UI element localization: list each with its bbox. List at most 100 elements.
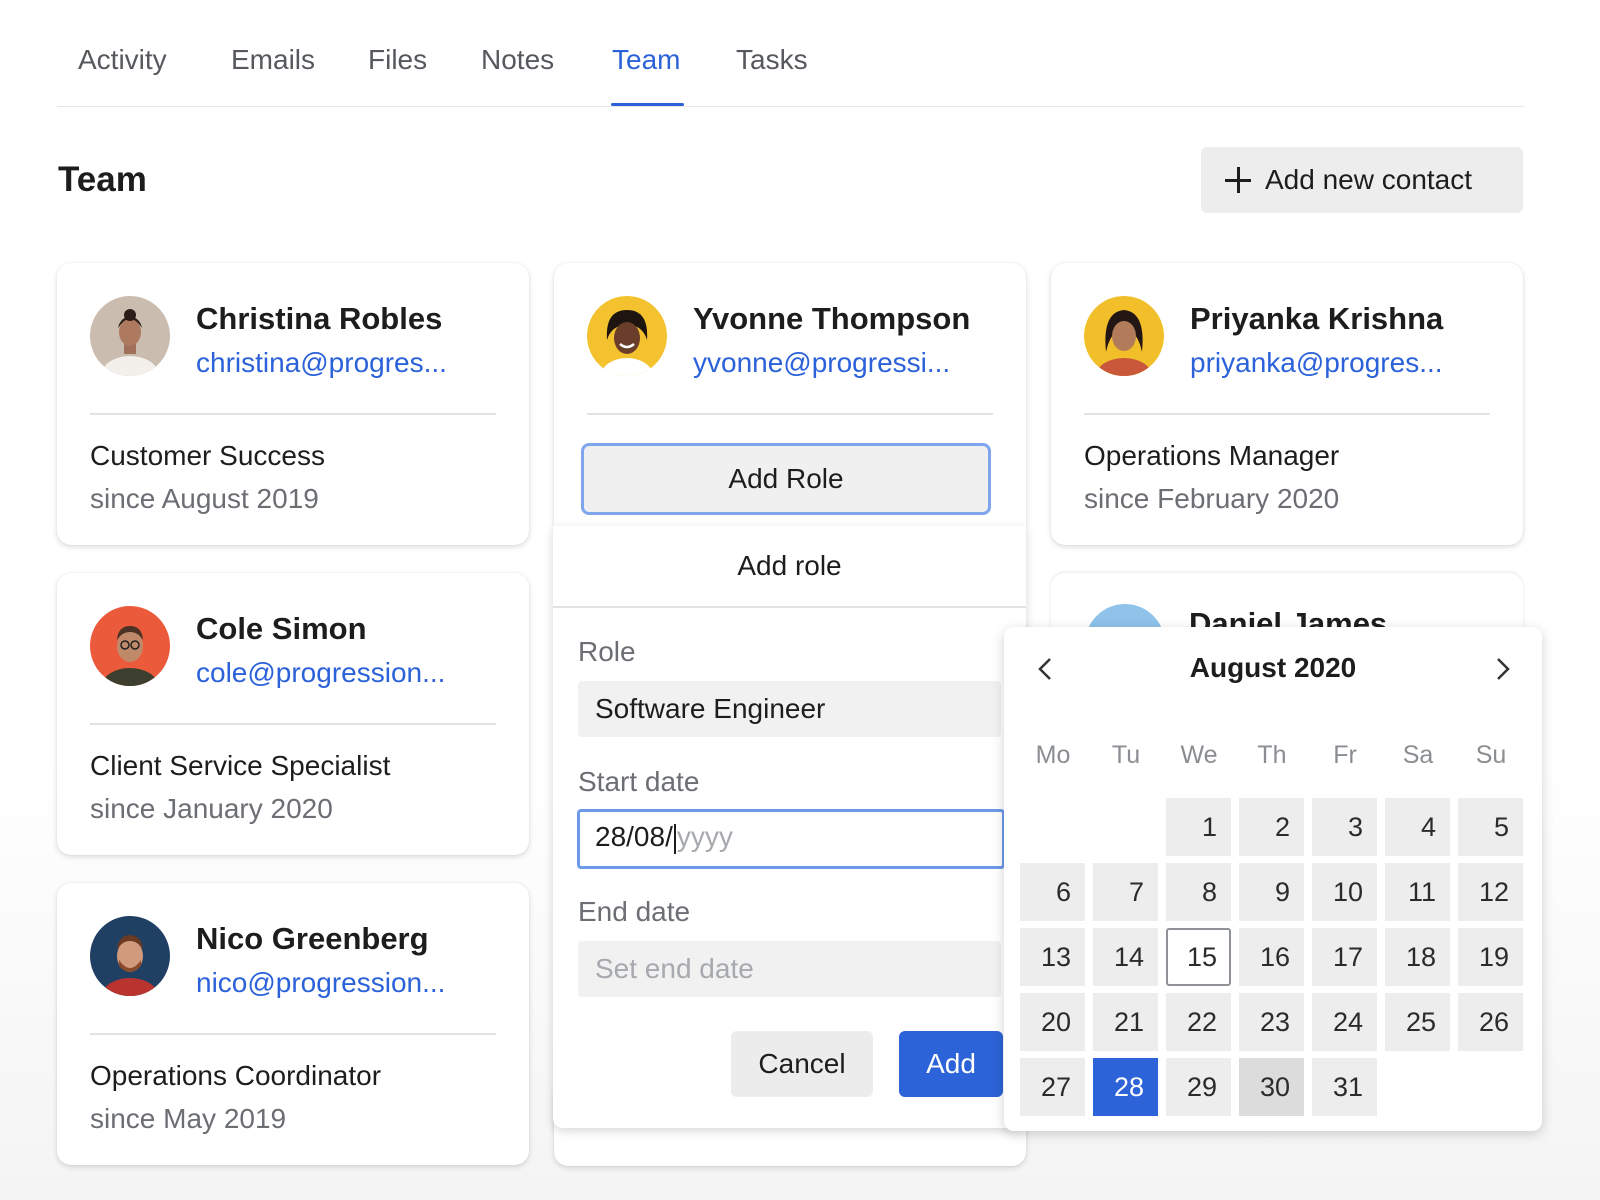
add-role-button[interactable]: Add Role <box>581 443 991 515</box>
page-title: Team <box>58 160 147 199</box>
avatar <box>1084 296 1164 376</box>
calendar-day-15[interactable]: 15 <box>1166 928 1231 986</box>
calendar-day-5[interactable]: 5 <box>1458 798 1523 856</box>
contact-name: Nico Greenberg <box>196 921 429 956</box>
weekday-header: Fr <box>1333 741 1357 769</box>
avatar <box>587 296 667 376</box>
avatar <box>90 606 170 686</box>
contact-since: since February 2020 <box>1084 483 1340 514</box>
tab-team[interactable]: Team <box>610 44 685 106</box>
end-date-input[interactable]: Set end date <box>578 941 1001 997</box>
avatar <box>1085 604 1165 627</box>
divider <box>1084 413 1490 415</box>
text-caret <box>673 823 676 854</box>
start-date-input[interactable]: 28/08/yyyy <box>577 809 1005 869</box>
calendar-day-6[interactable]: 6 <box>1020 863 1085 921</box>
weekday-header: Th <box>1257 741 1287 769</box>
contact-email-link[interactable]: cole@progression... <box>196 657 445 689</box>
contact-name: Yvonne Thompson <box>693 301 971 336</box>
contact-name: Priyanka Krishna <box>1190 301 1444 336</box>
tab-notes[interactable]: Notes <box>481 44 554 104</box>
weekday-header: Sa <box>1402 741 1434 769</box>
weekday-header: We <box>1180 741 1218 769</box>
calendar-day-17[interactable]: 17 <box>1312 928 1377 986</box>
role-field-label: Role <box>578 636 636 667</box>
calendar-day-30[interactable]: 30 <box>1239 1058 1304 1116</box>
start-date-value: 28/08/ <box>595 821 673 852</box>
contact-since: since May 2019 <box>90 1103 287 1134</box>
calendar-day-29[interactable]: 29 <box>1166 1058 1231 1116</box>
start-date-placeholder: yyyy <box>676 821 733 852</box>
add-button[interactable]: Add <box>899 1031 1003 1097</box>
add-role-popover: Add role Role Software Engineer Start da… <box>553 526 1026 1128</box>
calendar-day-11[interactable]: 11 <box>1385 863 1450 921</box>
tab-emails[interactable]: Emails <box>231 44 315 104</box>
calendar-day-26[interactable]: 26 <box>1458 993 1523 1051</box>
calendar-day-7[interactable]: 7 <box>1093 863 1158 921</box>
calendar-day-19[interactable]: 19 <box>1458 928 1523 986</box>
calendar-day-3[interactable]: 3 <box>1312 798 1377 856</box>
popover-title: Add role <box>737 550 842 581</box>
tab-tasks[interactable]: Tasks <box>736 44 808 104</box>
avatar <box>90 916 170 996</box>
divider <box>90 723 496 725</box>
add-new-contact-button[interactable]: Add new contact <box>1201 147 1523 213</box>
calendar-day-2[interactable]: 2 <box>1239 798 1304 856</box>
calendar-day-25[interactable]: 25 <box>1385 993 1450 1051</box>
contact-role: Operations Coordinator <box>90 1060 382 1091</box>
contact-email-link[interactable]: christina@progres... <box>196 347 447 379</box>
calendar-day-18[interactable]: 18 <box>1385 928 1450 986</box>
calendar-day-9[interactable]: 9 <box>1239 863 1304 921</box>
calendar-day-31[interactable]: 31 <box>1312 1058 1377 1116</box>
calendar-day-21[interactable]: 21 <box>1093 993 1158 1051</box>
calendar-day-8[interactable]: 8 <box>1166 863 1231 921</box>
end-date-label: End date <box>578 896 691 927</box>
contact-card: Priyanka Krishna priyanka@progres... Ope… <box>1051 263 1523 545</box>
avatar <box>90 296 170 376</box>
contact-email-link[interactable]: yvonne@progressi... <box>693 347 950 379</box>
start-date-label: Start date <box>578 766 700 797</box>
calendar-day-20[interactable]: 20 <box>1020 993 1085 1051</box>
contact-since: since August 2019 <box>90 483 319 514</box>
contact-role: Customer Success <box>90 440 325 471</box>
contact-card: Nico Greenberg nico@progression... Opera… <box>57 883 529 1165</box>
divider <box>90 413 496 415</box>
calendar-day-27[interactable]: 27 <box>1020 1058 1085 1116</box>
contact-card: Christina Robles christina@progres... Cu… <box>57 263 529 545</box>
weekday-header: Tu <box>1111 741 1141 769</box>
weekday-header: Mo <box>1035 741 1071 769</box>
contact-since: since January 2020 <box>90 793 333 824</box>
calendar-day-24[interactable]: 24 <box>1312 993 1377 1051</box>
calendar-day-4[interactable]: 4 <box>1385 798 1450 856</box>
calendar-day-10[interactable]: 10 <box>1312 863 1377 921</box>
calendar-day-16[interactable]: 16 <box>1239 928 1304 986</box>
contact-card: Cole Simon cole@progression... Client Se… <box>57 573 529 855</box>
calendar-day-1[interactable]: 1 <box>1166 798 1231 856</box>
cancel-button[interactable]: Cancel <box>731 1031 873 1097</box>
tab-bar: Activity Emails Files Notes Team Tasks <box>57 36 1524 107</box>
role-input[interactable]: Software Engineer <box>578 681 1001 737</box>
tab-activity[interactable]: Activity <box>78 44 167 104</box>
contact-email-link[interactable]: nico@progression... <box>196 967 445 999</box>
contact-role: Client Service Specialist <box>90 750 391 781</box>
calendar-day-14[interactable]: 14 <box>1093 928 1158 986</box>
chevron-right-icon[interactable] <box>1490 657 1514 681</box>
weekday-header: Su <box>1475 741 1507 769</box>
calendar-month-title: August 2020 <box>1189 652 1357 683</box>
calendar-day-13[interactable]: 13 <box>1020 928 1085 986</box>
add-new-contact-label: Add new contact <box>1265 164 1473 195</box>
divider <box>90 1033 496 1035</box>
calendar-day-12[interactable]: 12 <box>1458 863 1523 921</box>
plus-icon <box>1225 167 1251 193</box>
contact-role: Operations Manager <box>1084 440 1340 471</box>
divider <box>553 606 1026 608</box>
contact-name: Daniel James <box>1189 607 1388 627</box>
calendar-day-22[interactable]: 22 <box>1166 993 1231 1051</box>
contact-name: Cole Simon <box>196 611 367 646</box>
contact-email-link[interactable]: priyanka@progres... <box>1190 347 1443 379</box>
calendar-day-23[interactable]: 23 <box>1239 993 1304 1051</box>
date-picker-calendar: August 2020 Mo Tu We Th Fr Sa Su 1 2 3 4 5 6 7 8 9 10 11 1… <box>1004 627 1542 1131</box>
calendar-day-28[interactable]: 28 <box>1093 1058 1158 1116</box>
contact-name: Christina Robles <box>196 301 443 336</box>
tab-files[interactable]: Files <box>368 44 427 104</box>
